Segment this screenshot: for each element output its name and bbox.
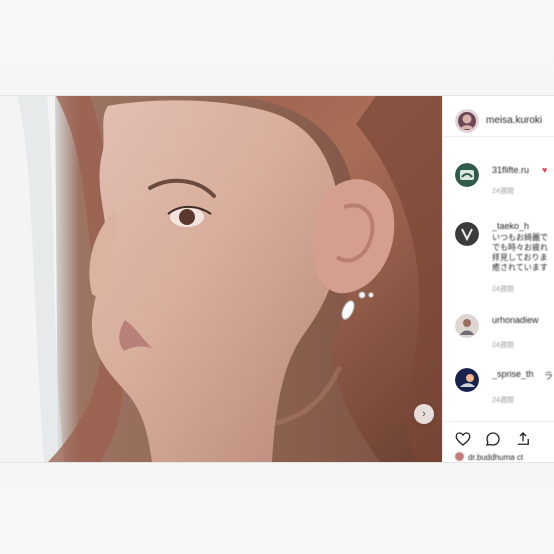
comment-2-username[interactable]: _taeko_h bbox=[492, 221, 529, 231]
comment-avatar-2[interactable] bbox=[455, 222, 479, 246]
author-username[interactable]: meisa.kuroki bbox=[486, 115, 542, 126]
comment-1-heart: ♥ bbox=[542, 165, 548, 175]
comment-icon[interactable] bbox=[484, 430, 502, 448]
post-sidebar: meisa.kuroki 31flifte.ru ♥ 24週間 _taeko_h… bbox=[442, 96, 554, 462]
author-avatar-image bbox=[455, 109, 479, 133]
comment-1-username[interactable]: 31flifte.ru bbox=[492, 165, 529, 175]
comment-4-text: ラ bbox=[544, 371, 554, 381]
comment-3-username[interactable]: urhonadiew bbox=[492, 315, 539, 325]
comment-1-meta: 24週間 bbox=[492, 188, 514, 195]
post-photo[interactable]: › bbox=[0, 96, 442, 462]
comment-avatar-3[interactable] bbox=[455, 314, 479, 338]
comment-avatar-4-image bbox=[455, 368, 479, 392]
liked-by-text: dr.buddhuma ct bbox=[468, 453, 524, 462]
comment-2-meta: 24週間 bbox=[492, 286, 514, 293]
heart-icon[interactable] bbox=[454, 430, 472, 448]
post-card: › meisa.kuroki 31flifte.ru ♥ 24週間 _taeko… bbox=[0, 95, 554, 463]
instagram-post-screenshot: › meisa.kuroki 31flifte.ru ♥ 24週間 _taeko… bbox=[0, 0, 554, 554]
chevron-right-icon[interactable]: › bbox=[414, 404, 434, 424]
comment-4-meta: 24週間 bbox=[492, 397, 514, 404]
chevron-glyph: › bbox=[422, 407, 426, 420]
share-icon[interactable] bbox=[514, 430, 532, 448]
comment-avatar-2-image bbox=[455, 222, 479, 246]
comment-2-line-4: 癒されています bbox=[492, 263, 548, 272]
comment-avatar-1[interactable] bbox=[455, 163, 479, 187]
author-avatar[interactable] bbox=[455, 109, 479, 133]
liked-by-avatar bbox=[455, 452, 464, 461]
portrait-photo bbox=[0, 96, 442, 462]
comment-2-line-3: 拝見しておりま bbox=[492, 253, 548, 262]
comment-avatar-1-image bbox=[455, 163, 479, 187]
comment-2-line-2: でも時々お疲れ bbox=[492, 243, 548, 252]
comment-4-username[interactable]: _sprise_th bbox=[492, 369, 534, 379]
comment-2-line-1: いつもお綺麗で bbox=[492, 233, 548, 242]
comment-avatar-4[interactable] bbox=[455, 368, 479, 392]
comment-3-meta: 24週間 bbox=[492, 342, 514, 349]
liked-by-row[interactable]: dr.buddhuma ct bbox=[455, 452, 554, 462]
comment-avatar-3-image bbox=[455, 314, 479, 338]
